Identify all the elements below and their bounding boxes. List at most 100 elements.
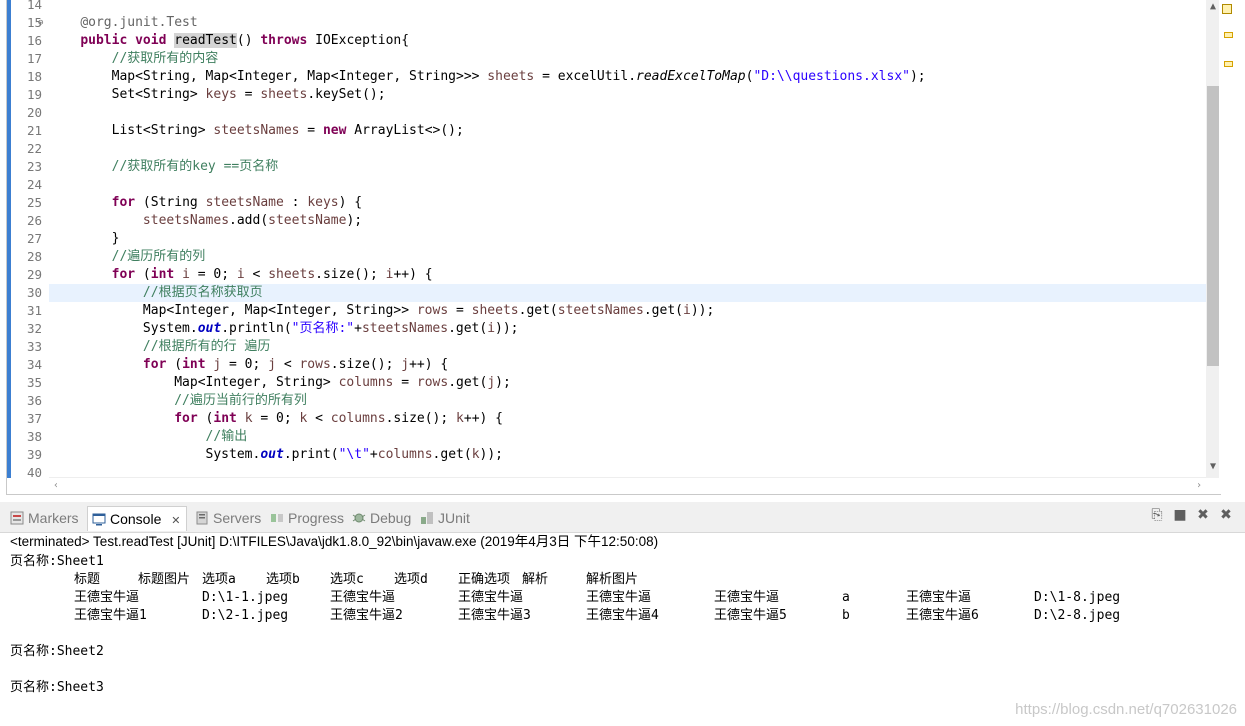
- console-cell: 王德宝牛逼2: [330, 608, 403, 623]
- code-line[interactable]: [49, 140, 1206, 158]
- line-number: 23: [26, 159, 42, 174]
- code-line[interactable]: public void readTest() throws IOExceptio…: [49, 32, 1206, 50]
- overview-ruler[interactable]: [1219, 0, 1245, 494]
- scroll-down-icon[interactable]: ▼: [1206, 460, 1220, 474]
- code-token: i: [236, 267, 245, 282]
- code-token: }: [49, 231, 120, 246]
- code-token: (String: [135, 195, 206, 210]
- code-token: = 0;: [252, 411, 300, 426]
- code-token: +: [354, 321, 362, 336]
- code-token: @org.junit.Test: [80, 15, 198, 30]
- remove-launch-icon[interactable]: ✖: [1194, 506, 1212, 524]
- code-line[interactable]: [49, 176, 1206, 194]
- console-header-cell: 标题图片: [138, 572, 191, 587]
- code-token: .keySet();: [307, 87, 386, 102]
- servers-icon: [196, 511, 208, 525]
- code-line[interactable]: @org.junit.Test: [49, 14, 1206, 32]
- code-line[interactable]: Map<Integer, String> columns = rows.get(…: [49, 374, 1206, 392]
- vertical-scrollbar[interactable]: ▲ ▼: [1206, 0, 1220, 478]
- code-line[interactable]: System.out.println("页名称:"+steetsNames.ge…: [49, 320, 1206, 338]
- pin-console-icon[interactable]: ⎘: [1148, 506, 1166, 524]
- tab-debug[interactable]: Debug: [348, 506, 414, 530]
- code-token: .get(: [448, 375, 488, 390]
- remove-all-terminated-icon[interactable]: ✖: [1217, 506, 1235, 524]
- code-line[interactable]: //遍历当前行的所有列: [49, 392, 1206, 410]
- line-number: 14: [26, 0, 42, 12]
- code-area[interactable]: @org.junit.Test public void readTest() t…: [49, 0, 1206, 478]
- current-code-line[interactable]: //根据页名称获取页: [49, 284, 1206, 302]
- tab-servers[interactable]: Servers: [191, 506, 263, 530]
- code-line[interactable]: List<String> steetsNames = new ArrayList…: [49, 122, 1206, 140]
- console-cell: 王德宝牛逼4: [586, 608, 659, 623]
- console-cell: 王德宝牛逼: [586, 590, 652, 605]
- close-tab-icon[interactable]: ✕: [171, 515, 180, 527]
- code-token: new: [322, 123, 347, 138]
- code-line[interactable]: steetsNames.add(steetsName);: [49, 212, 1206, 230]
- tab-junit[interactable]: JUnit: [416, 506, 476, 530]
- code-editor[interactable]: 14 15 ⊖ 16 17 18 19 20 21 22 23 24 25 26 27 28 29 30 31 32 3…: [6, 0, 1221, 495]
- terminate-icon[interactable]: ■: [1171, 506, 1189, 524]
- console-output[interactable]: <terminated> Test.readTest [JUnit] D:\IT…: [0, 533, 1245, 726]
- horizontal-scrollbar[interactable]: ‹ ›: [49, 477, 1206, 494]
- line-number: 27: [26, 231, 42, 246]
- code-token: excelUtil: [557, 69, 629, 84]
- console-cell: a: [842, 590, 850, 605]
- code-line[interactable]: System.out.print("\t"+columns.get(k));: [49, 446, 1206, 464]
- code-token: .size();: [330, 357, 402, 372]
- code-line[interactable]: for (int k = 0; k < columns.size(); k++)…: [49, 410, 1206, 428]
- console-cell: D:\1-8.jpeg: [1034, 590, 1121, 605]
- code-line[interactable]: Map<String, Map<Integer, Map<Integer, St…: [49, 68, 1206, 86]
- code-token: <: [276, 357, 300, 372]
- warning-marker-icon[interactable]: [1222, 4, 1232, 14]
- code-line[interactable]: [49, 0, 1206, 14]
- code-line[interactable]: for (int i = 0; i < sheets.size(); i++) …: [49, 266, 1206, 284]
- tab-console[interactable]: Console ✕: [87, 506, 187, 531]
- line-number: 19: [26, 87, 42, 102]
- console-line-sheet1: 页名称:Sheet1: [10, 554, 104, 569]
- line-number: 20: [26, 105, 42, 120]
- annotation-marker[interactable]: [1224, 32, 1233, 38]
- line-number: 38: [26, 429, 42, 444]
- code-line[interactable]: //输出: [49, 428, 1206, 446]
- code-token: steetsNames: [361, 321, 449, 336]
- tab-progress[interactable]: Progress: [266, 506, 346, 530]
- code-line[interactable]: }: [49, 230, 1206, 248]
- code-line[interactable]: Map<Integer, Map<Integer, String>> rows …: [49, 302, 1206, 320]
- code-token: out: [197, 321, 222, 336]
- code-line[interactable]: //获取所有的内容: [49, 50, 1206, 68]
- code-line[interactable]: //遍历所有的列: [49, 248, 1206, 266]
- line-number-gutter: 14 15 ⊖ 16 17 18 19 20 21 22 23 24 25 26 27 28 29 30 31 32 3…: [7, 0, 49, 480]
- code-token: k: [456, 411, 464, 426]
- code-token: steetsNames: [142, 213, 230, 228]
- fold-toggle-icon[interactable]: ⊖: [38, 14, 48, 32]
- scroll-left-icon[interactable]: ‹: [49, 478, 63, 494]
- code-line[interactable]: //根据所有的行 遍历: [49, 338, 1206, 356]
- line-number: 32: [26, 321, 42, 336]
- annotation-marker[interactable]: [1224, 61, 1233, 67]
- tab-markers[interactable]: Markers: [6, 506, 84, 530]
- code-token: ++) {: [393, 267, 433, 282]
- line-number: 28: [26, 249, 42, 264]
- code-line[interactable]: Set<String> keys = sheets.keySet();: [49, 86, 1206, 104]
- scroll-right-icon[interactable]: ›: [1192, 478, 1206, 494]
- line-number: 40: [26, 465, 42, 480]
- code-line[interactable]: for (int j = 0; j < rows.size(); j++) {: [49, 356, 1206, 374]
- code-line[interactable]: [49, 104, 1206, 122]
- line-number: 16: [26, 33, 42, 48]
- code-token: ) {: [338, 195, 363, 210]
- code-line[interactable]: //获取所有的key ==页名称: [49, 158, 1206, 176]
- scroll-thumb[interactable]: [1207, 86, 1219, 366]
- scroll-up-icon[interactable]: ▲: [1206, 0, 1220, 14]
- code-token: i: [182, 267, 190, 282]
- code-token: IOException{: [307, 33, 410, 48]
- code-token: keys: [205, 87, 237, 102]
- console-cell: 王德宝牛逼5: [714, 608, 787, 623]
- code-token: int: [213, 411, 237, 426]
- code-line[interactable]: for (String steetsName : keys) {: [49, 194, 1206, 212]
- console-line-sheet2: 页名称:Sheet2: [10, 644, 104, 659]
- code-token: j: [487, 375, 496, 390]
